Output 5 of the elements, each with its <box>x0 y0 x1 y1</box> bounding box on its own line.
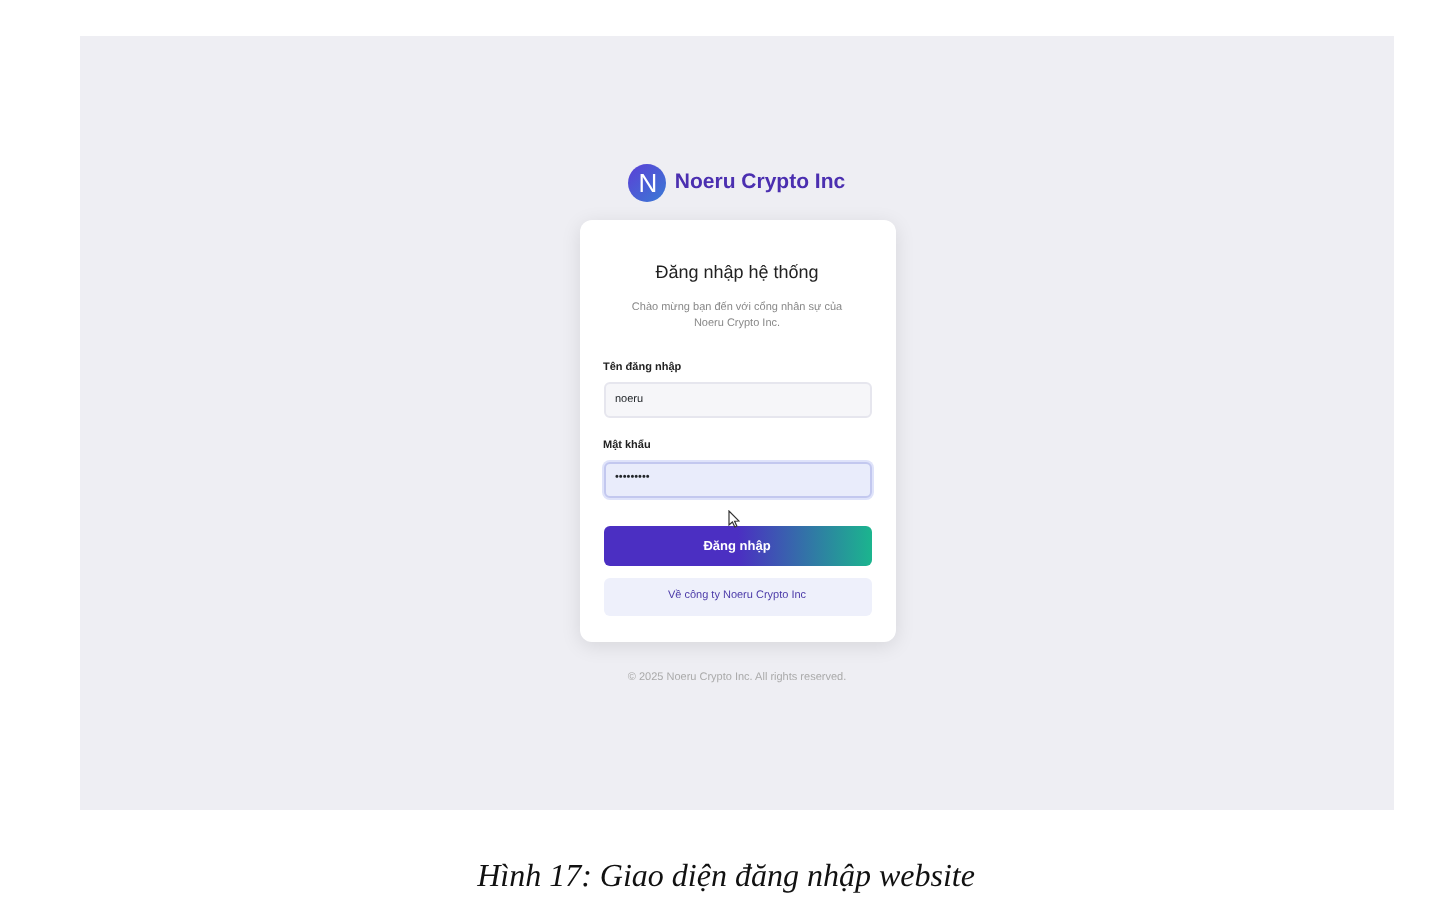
login-title: Đăng nhập hệ thống <box>653 260 821 286</box>
cursor-icon <box>727 509 739 527</box>
figure-caption: Hình 17: Giao diện đăng nhập website <box>475 858 977 898</box>
logo-icon: N <box>628 164 667 202</box>
brand-name: Noeru Crypto Inc <box>674 167 846 198</box>
